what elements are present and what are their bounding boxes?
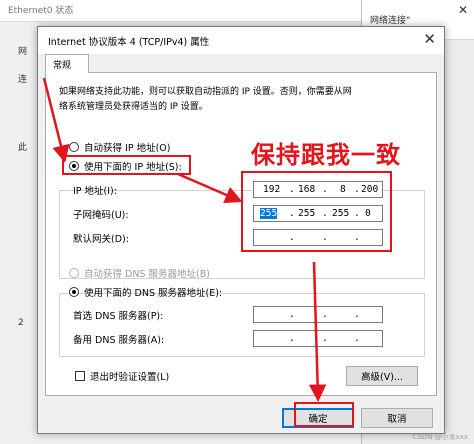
octet-separator: . (289, 309, 295, 320)
close-icon[interactable]: ✕ (423, 30, 436, 48)
auto-ip-option[interactable]: 自动获得 IP 地址(O) (69, 140, 170, 154)
dns-group-box (59, 293, 425, 357)
alternate-dns-label: 备用 DNS 服务器(A): (73, 335, 165, 346)
tab-general[interactable]: 常规 (45, 54, 89, 73)
cancel-button[interactable]: 取消 (361, 408, 433, 428)
dialog-titlebar: Internet 协议版本 4 (TCP/IPv4) 属性 ✕ (38, 27, 444, 54)
background-side-label: 网 (18, 47, 28, 57)
auto-ip-radio[interactable] (69, 142, 79, 152)
close-icon[interactable]: ✕ (458, 3, 468, 17)
highlight-manual-ip (62, 155, 191, 175)
subnet-mask-label: 子网掩码(U): (73, 210, 129, 221)
manual-dns-option[interactable]: 使用下面的 DNS 服务器地址(E): (69, 285, 222, 299)
background-window-title: Ethernet0 状态 (8, 6, 74, 16)
auto-ip-label: 自动获得 IP 地址(O) (84, 143, 171, 154)
manual-dns-radio[interactable] (69, 287, 79, 297)
intro-text: 如果网络支持此功能，则可以获取自动指派的 IP 设置。否则，你需要从网 络系统管… (59, 85, 421, 115)
preferred-dns-label: 首选 DNS 服务器(P): (73, 311, 164, 322)
background-side-label: 此 (18, 143, 28, 153)
octet-separator: . (354, 333, 360, 344)
background-side-label: 2 (18, 318, 24, 328)
dialog-title: Internet 协议版本 4 (TCP/IPv4) 属性 (48, 37, 210, 48)
validate-settings-checkbox[interactable] (75, 371, 85, 381)
default-gateway-label: 默认网关(D): (73, 234, 129, 245)
validate-settings-option[interactable]: 退出时验证设置(L) (75, 369, 169, 383)
preferred-dns-field[interactable]: . . . (253, 306, 383, 323)
background-window-title: 网络连接" (370, 16, 411, 26)
auto-dns-radio[interactable] (69, 268, 79, 278)
background-side-label: 连 (18, 75, 28, 85)
ip-address-label: IP 地址(I): (73, 186, 117, 197)
advanced-button[interactable]: 高级(V)... (346, 366, 418, 386)
intro-line: 如果网络支持此功能，则可以获取自动指派的 IP 设置。否则，你需要从网 (59, 87, 352, 97)
validate-settings-label: 退出时验证设置(L) (90, 372, 170, 383)
watermark: CSDN @小龙xxx (412, 433, 468, 441)
octet-separator: . (289, 333, 295, 344)
intro-line: 络系统管理员处获得适当的 IP 设置。 (59, 102, 208, 112)
auto-dns-option[interactable]: 自动获得 DNS 服务器地址(B) (69, 266, 210, 280)
annotation-text: 保持跟我一致 (251, 141, 401, 169)
octet-separator: . (322, 309, 328, 320)
alternate-dns-field[interactable]: . . . (253, 330, 383, 347)
highlight-ok-button (294, 402, 354, 427)
octet-separator: . (322, 333, 328, 344)
highlight-ip-fields (241, 171, 392, 252)
octet-separator: . (354, 309, 360, 320)
manual-dns-label: 使用下面的 DNS 服务器地址(E): (84, 288, 223, 299)
auto-dns-label: 自动获得 DNS 服务器地址(B) (84, 269, 210, 280)
